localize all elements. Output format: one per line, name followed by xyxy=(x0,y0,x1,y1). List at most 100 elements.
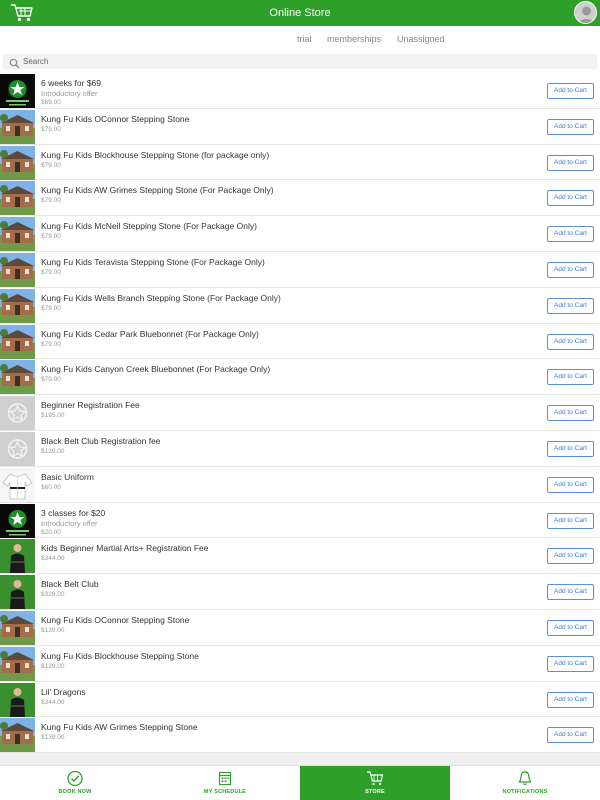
product-price: $79.00 xyxy=(41,197,61,205)
product-thumbnail xyxy=(0,718,35,753)
filter-memberships[interactable]: memberships xyxy=(327,34,381,44)
product-row[interactable]: Kung Fu Kids AW Grimes Stepping Stone (F… xyxy=(0,180,600,217)
product-title: Kung Fu Kids OConnor Stepping Stone xyxy=(41,113,190,124)
product-thumbnail xyxy=(0,74,35,108)
add-to-cart-button[interactable]: Add to Cart xyxy=(547,655,594,672)
product-title: Kung Fu Kids Blockhouse Stepping Stone xyxy=(41,650,199,661)
product-row[interactable]: Beginner Registration Fee $195.00 Add to C… xyxy=(0,395,600,431)
product-title: Black Belt Club Registration fee xyxy=(41,435,161,446)
product-title: Basic Uniform xyxy=(41,471,94,482)
product-row[interactable]: Kung Fu Kids McNeil Stepping Stone (For … xyxy=(0,216,600,252)
add-to-cart-button[interactable]: Add to Cart xyxy=(547,83,594,99)
product-thumbnail xyxy=(0,181,35,216)
product-price: $139.00 xyxy=(41,662,65,670)
product-title: Kung Fu Kids AW Grimes Stepping Stone (F… xyxy=(41,185,274,196)
product-row[interactable]: 6 weeks for $69 Introductory offer $69.00 A… xyxy=(0,73,600,109)
add-to-cart-button[interactable]: Add to Cart xyxy=(547,476,594,493)
product-title: Kung Fu Kids Cedar Park Bluebonnet (For … xyxy=(41,328,259,339)
product-price: $79.00 xyxy=(41,161,61,169)
add-to-cart-button[interactable]: Add to Cart xyxy=(547,190,594,207)
product-thumbnail xyxy=(0,682,35,717)
product-title: Beginner Registration Fee xyxy=(41,400,140,411)
product-thumbnail xyxy=(0,396,35,431)
product-title: Kung Fu Kids OConnor Stepping Stone xyxy=(41,614,190,625)
product-thumbnail xyxy=(0,324,35,359)
product-row[interactable]: Kung Fu Kids Teravista Stepping Stone (F… xyxy=(0,252,600,288)
product-thumbnail xyxy=(0,575,35,610)
product-row[interactable]: Kung Fu Kids Blockhouse Stepping Stone $1… xyxy=(0,646,600,682)
bottom-tab-bar: BOOK NOW MY SCHEDULE STORE NOTIFICATIONS xyxy=(0,765,600,800)
add-to-cart-button[interactable]: Add to Cart xyxy=(547,154,594,171)
add-to-cart-button[interactable]: Add to Cart xyxy=(547,440,594,457)
product-row[interactable]: Kids Beginner Martial Arts+ Registration… xyxy=(0,538,600,575)
product-thumbnail xyxy=(0,145,35,180)
search-input[interactable] xyxy=(23,55,583,68)
product-thumbnail xyxy=(0,109,35,144)
add-to-cart-button[interactable]: Add to Cart xyxy=(547,584,594,601)
product-price: $139.00 xyxy=(41,626,65,634)
tab-my-schedule[interactable]: MY SCHEDULE xyxy=(150,766,300,800)
tab-store[interactable]: STORE xyxy=(300,766,450,800)
product-price: $60.00 xyxy=(41,483,61,491)
tab-book-now[interactable]: BOOK NOW xyxy=(0,766,150,800)
add-to-cart-button[interactable]: Add to Cart xyxy=(547,118,594,135)
page-title: Online Store xyxy=(269,7,331,19)
product-row[interactable]: Kung Fu Kids Canyon Creek Bluebonnet (Fo… xyxy=(0,359,600,396)
product-price: $328.00 xyxy=(41,591,65,599)
product-price: $20.00 xyxy=(41,528,61,536)
product-title: Kung Fu Kids AW Grimes Stepping Stone xyxy=(41,722,198,733)
product-row[interactable]: Kung Fu Kids Wells Branch Stepping Stone… xyxy=(0,288,600,324)
add-to-cart-button[interactable]: Add to Cart xyxy=(547,369,594,386)
check-circle-icon xyxy=(66,770,84,787)
filter-trial[interactable]: trial xyxy=(297,34,312,44)
product-row[interactable]: Black Belt Club Registration fee $139.00 A… xyxy=(0,431,600,467)
product-row[interactable]: 3 classes for $20 Introductory offer $20.0… xyxy=(0,503,600,539)
add-to-cart-button[interactable]: Add to Cart xyxy=(547,405,594,422)
add-to-cart-button[interactable]: Add to Cart xyxy=(547,619,594,636)
product-subtitle: Introductory offer xyxy=(41,89,98,98)
product-title: Lil' Dragons xyxy=(41,686,86,697)
product-title: Kung Fu Kids Canyon Creek Bluebonnet (Fo… xyxy=(41,364,271,375)
add-to-cart-button[interactable]: Add to Cart xyxy=(547,727,594,744)
product-thumbnail xyxy=(0,646,35,681)
product-title: 3 classes for $20 xyxy=(41,507,106,518)
tab-label: NOTIFICATIONS xyxy=(502,789,548,795)
product-title: Kung Fu Kids Teravista Stepping Stone (F… xyxy=(41,256,265,267)
product-thumbnail xyxy=(0,252,35,287)
product-row[interactable]: Kung Fu Kids OConnor Stepping Stone $79.0… xyxy=(0,109,600,145)
product-row[interactable]: Kung Fu Kids OConnor Stepping Stone $139.… xyxy=(0,610,600,646)
product-thumbnail xyxy=(0,431,35,466)
product-title: Kung Fu Kids Blockhouse Stepping Stone (… xyxy=(41,149,270,160)
product-row[interactable]: Black Belt Club $328.00 Add to Cart xyxy=(0,574,600,610)
product-thumbnail xyxy=(0,360,35,395)
add-to-cart-button[interactable]: Add to Cart xyxy=(547,226,594,243)
product-thumbnail xyxy=(0,217,35,252)
product-row[interactable]: Kung Fu Kids Cedar Park Bluebonnet (For … xyxy=(0,324,600,360)
product-title: Kung Fu Kids McNeil Stepping Stone (For … xyxy=(41,221,257,232)
tab-notifications[interactable]: NOTIFICATIONS xyxy=(450,766,600,800)
add-to-cart-button[interactable]: Add to Cart xyxy=(547,297,594,314)
filter-unassigned[interactable]: Unassigned xyxy=(397,34,445,44)
product-price: $344.00 xyxy=(41,698,65,706)
filter-bar: trial memberships Unassigned xyxy=(0,30,600,50)
product-thumbnail xyxy=(0,467,35,502)
product-row[interactable]: Lil' Dragons $344.00 Add to Cart xyxy=(0,682,600,718)
add-to-cart-button[interactable]: Add to Cart xyxy=(547,261,594,278)
product-list: 6 weeks for $69 Introductory offer $69.00 A… xyxy=(0,73,600,754)
bell-icon xyxy=(516,770,534,787)
product-row[interactable]: Basic Uniform $60.00 Add to Cart xyxy=(0,467,600,503)
product-row[interactable]: Kung Fu Kids Blockhouse Stepping Stone (… xyxy=(0,145,600,181)
search-bar xyxy=(3,54,597,69)
product-title: Kids Beginner Martial Arts+ Registration… xyxy=(41,543,209,554)
add-to-cart-button[interactable]: Add to Cart xyxy=(547,333,594,350)
product-row[interactable]: Kung Fu Kids AW Grimes Stepping Stone $13… xyxy=(0,717,600,754)
add-to-cart-button[interactable]: Add to Cart xyxy=(547,691,594,708)
add-to-cart-button[interactable]: Add to Cart xyxy=(547,548,594,565)
avatar[interactable] xyxy=(574,1,597,24)
tab-label: MY SCHEDULE xyxy=(203,789,247,795)
product-price: $79.00 xyxy=(41,376,61,384)
add-to-cart-button[interactable]: Add to Cart xyxy=(547,512,594,529)
product-price: $195.00 xyxy=(41,412,65,420)
product-price: $79.00 xyxy=(41,233,61,241)
product-price: $344.00 xyxy=(41,555,65,563)
